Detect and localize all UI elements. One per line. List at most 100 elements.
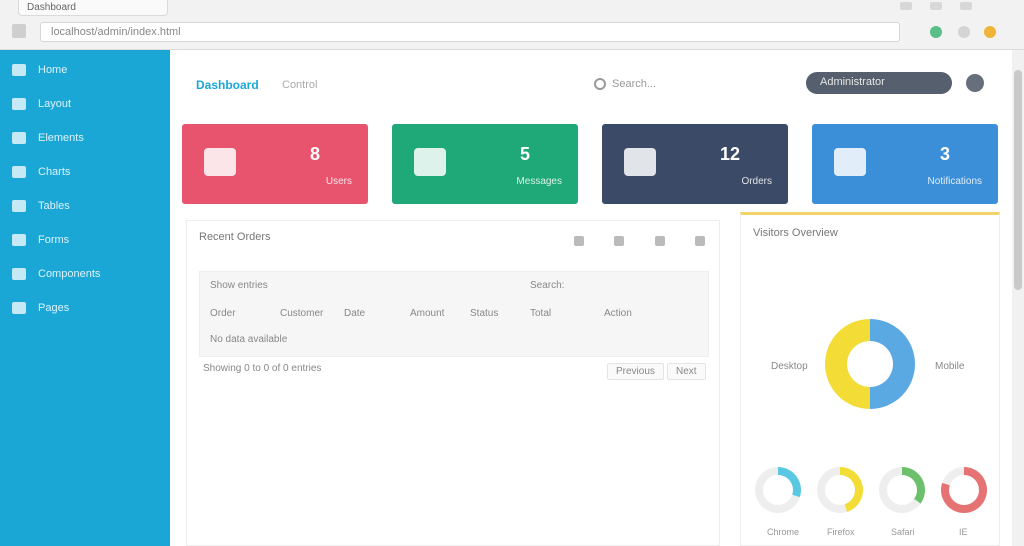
mini-label: Firefox [827, 527, 855, 537]
mini-ring-ie [941, 467, 987, 513]
close-icon[interactable] [960, 2, 972, 10]
mini-ring-safari [879, 467, 925, 513]
cart-icon [624, 148, 656, 176]
page-subtitle: Control [282, 79, 318, 91]
components-icon [12, 268, 26, 280]
maximize-icon[interactable] [930, 2, 942, 10]
settings-icon[interactable] [654, 236, 665, 246]
browser-chrome: Dashboard localhost/admin/index.html [0, 0, 1024, 50]
column-header[interactable]: Date [344, 308, 365, 319]
column-header[interactable]: Action [604, 308, 632, 319]
collapse-icon[interactable] [614, 236, 625, 246]
search-icon[interactable] [594, 78, 606, 90]
stat-value: 12 [719, 144, 740, 164]
sidebar-item-charts[interactable]: Charts [0, 158, 170, 188]
stat-tile-messages[interactable]: 5 Messages [392, 124, 578, 204]
ring-hole [825, 475, 855, 505]
search-input[interactable]: Search... [612, 78, 656, 90]
sidebar: Home Layout Elements Charts Tables Forms… [0, 50, 170, 546]
scroll-thumb[interactable] [1014, 70, 1022, 290]
form-icon [12, 234, 26, 246]
cloud-icon [834, 148, 866, 176]
ring-hole [887, 475, 917, 505]
sidebar-item-label: Home [38, 64, 68, 76]
column-header[interactable]: Status [470, 308, 498, 319]
sidebar-item-label: Components [38, 268, 101, 280]
empty-message: No data available [210, 334, 288, 345]
stat-label: Notifications [927, 176, 982, 187]
visitors-panel: Visitors Overview Desktop Mobile Chrome … [740, 212, 1000, 546]
previous-button[interactable]: Previous [607, 363, 664, 380]
browser-tab[interactable]: Dashboard [18, 0, 168, 16]
extension-icon[interactable] [930, 26, 942, 38]
elements-icon [12, 132, 26, 144]
ring-hole [763, 475, 793, 505]
next-button[interactable]: Next [667, 363, 706, 380]
stat-label: Users [325, 176, 352, 187]
user-menu-button[interactable]: Administrator [806, 72, 952, 94]
sidebar-item-label: Forms [38, 234, 70, 246]
gear-icon[interactable] [966, 74, 984, 92]
top-header: Dashboard Control Search... Administrato… [170, 50, 1024, 112]
sidebar-item-label: Elements [38, 132, 84, 144]
donut-label-left: Desktop [771, 361, 808, 372]
column-header[interactable]: Customer [280, 308, 323, 319]
stat-tile-notifications[interactable]: 3 Notifications [812, 124, 998, 204]
orders-panel: Recent Orders Show entries Search: Order… [186, 220, 720, 546]
donut-label-right: Mobile [935, 361, 965, 372]
table-icon [12, 200, 26, 212]
donut-chart [825, 319, 915, 409]
panel-title: Recent Orders [199, 231, 271, 243]
address-bar[interactable]: localhost/admin/index.html [40, 22, 900, 42]
stat-value: 3 [939, 144, 950, 164]
user-icon [204, 148, 236, 176]
column-header[interactable]: Total [530, 308, 551, 319]
table-search-label[interactable]: Search: [530, 280, 564, 291]
sidebar-item-layout[interactable]: Layout [0, 90, 170, 120]
donut-hole [847, 341, 893, 387]
column-header[interactable]: Order [210, 308, 236, 319]
stat-label: Messages [516, 176, 562, 187]
sidebar-item-label: Charts [38, 166, 71, 178]
page-scrollbar[interactable] [1012, 50, 1024, 546]
minimize-icon[interactable] [900, 2, 912, 10]
mini-ring-firefox [817, 467, 863, 513]
stat-label: Orders [741, 176, 772, 187]
table-filters: Show entries Search: Order Customer Date… [199, 271, 709, 357]
sidebar-item-label: Layout [38, 98, 72, 110]
browser-tab-title: Dashboard [27, 2, 76, 13]
sidebar-item-pages[interactable]: Pages [0, 294, 170, 324]
panel-title: Visitors Overview [753, 227, 838, 239]
user-name: Administrator [820, 76, 885, 88]
page-title: Dashboard [196, 78, 259, 92]
home-icon [12, 64, 26, 76]
layout-icon [12, 98, 26, 110]
column-header[interactable]: Amount [410, 308, 444, 319]
entries-select[interactable]: Show entries [210, 280, 268, 291]
sidebar-item-home[interactable]: Home [0, 56, 170, 86]
sidebar-item-tables[interactable]: Tables [0, 192, 170, 222]
close-icon[interactable] [695, 236, 705, 246]
stat-value: 8 [309, 144, 320, 164]
refresh-icon[interactable] [573, 236, 584, 246]
mini-label: IE [959, 527, 968, 537]
stat-value: 5 [519, 144, 530, 164]
bookmark-icon[interactable] [958, 26, 970, 38]
ring-hole [949, 475, 979, 505]
stat-tile-users[interactable]: 8 Users [182, 124, 368, 204]
sidebar-item-elements[interactable]: Elements [0, 124, 170, 154]
sidebar-item-components[interactable]: Components [0, 260, 170, 290]
stat-tile-orders[interactable]: 12 Orders [602, 124, 788, 204]
menu-icon[interactable] [984, 26, 996, 38]
chart-icon [12, 166, 26, 178]
sidebar-item-forms[interactable]: Forms [0, 226, 170, 256]
address-text: localhost/admin/index.html [51, 26, 181, 38]
result-count: Showing 0 to 0 of 0 entries [203, 363, 322, 374]
sidebar-item-label: Tables [38, 200, 70, 212]
sidebar-item-label: Pages [38, 302, 70, 314]
mail-icon [414, 148, 446, 176]
back-icon[interactable] [12, 24, 26, 38]
mini-label: Safari [891, 527, 915, 537]
mini-ring-chrome [755, 467, 801, 513]
mini-label: Chrome [767, 527, 800, 537]
